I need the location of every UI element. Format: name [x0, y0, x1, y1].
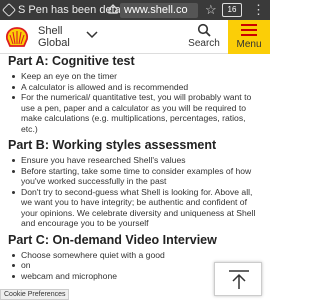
bullet-list: Ensure you have researched Shell's value…: [8, 155, 264, 229]
list-item: Before starting, take some time to consi…: [8, 166, 264, 187]
list-item: Keep an eye on the timer: [8, 71, 264, 82]
list-item: A calculator is allowed and is recommend…: [8, 82, 264, 93]
list-item: Ensure you have researched Shell's value…: [8, 155, 264, 166]
menu-button[interactable]: Menu: [228, 20, 270, 54]
arrow-up-icon: [229, 270, 249, 289]
bullet-list: Keep an eye on the timer A calculator is…: [8, 71, 264, 134]
home-icon[interactable]: [108, 4, 118, 14]
browser-menu-icon[interactable]: ⋮: [252, 2, 265, 18]
search-label: Search: [188, 38, 220, 49]
back-to-top-button[interactable]: [214, 262, 262, 296]
site-header: Shell Global Search Menu: [0, 20, 270, 54]
brand-line1: Shell: [38, 25, 63, 37]
tabs-button[interactable]: 16: [222, 3, 242, 17]
shell-logo[interactable]: [5, 27, 29, 49]
bookmark-star-icon[interactable]: ☆: [205, 2, 217, 18]
spen-icon: [1, 2, 17, 18]
browser-status-bar: S Pen has been detached www.shell.co ☆ 1…: [0, 0, 270, 20]
brand-line2: Global: [38, 37, 70, 49]
menu-label: Menu: [236, 39, 262, 50]
hamburger-icon: [241, 24, 257, 36]
list-item: Choose somewhere quiet with a good: [8, 250, 264, 261]
list-item: Don't try to second-guess what Shell is …: [8, 187, 264, 229]
list-item: For the numerical/ quantitative test, yo…: [8, 92, 264, 134]
chevron-down-icon[interactable]: [86, 31, 98, 39]
search-icon: [197, 23, 211, 37]
search-button[interactable]: Search: [184, 23, 224, 49]
cookie-preferences-link[interactable]: Cookie Preferences: [0, 289, 70, 300]
section-title: Part A: Cognitive test: [8, 54, 135, 68]
section-title: Part B: Working styles assessment: [8, 138, 217, 152]
article-content: Part A: Cognitive test Keep an eye on th…: [8, 54, 264, 285]
brand-selector[interactable]: Shell Global: [38, 25, 70, 49]
section-title: Part C: On-demand Video Interview: [8, 232, 217, 247]
url-bar[interactable]: www.shell.co: [120, 3, 198, 18]
